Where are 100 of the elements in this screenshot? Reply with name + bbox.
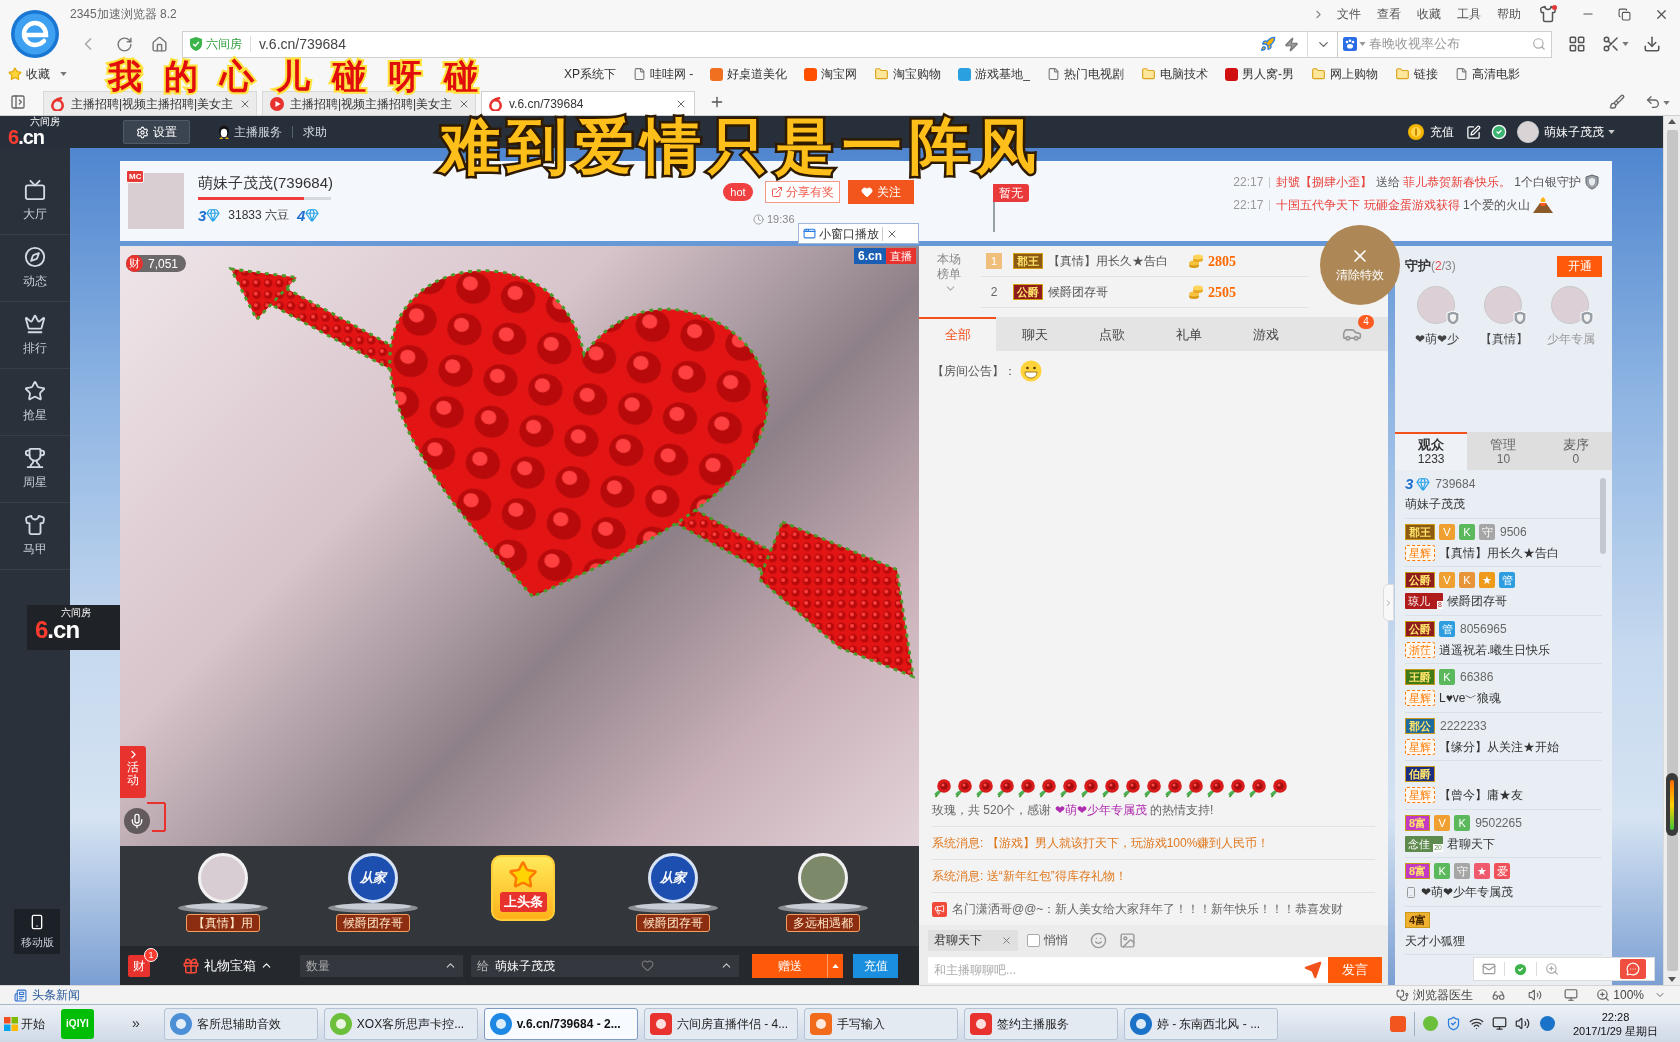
bookmark-link[interactable]: 淘宝网 <box>804 65 858 83</box>
zoom-icon[interactable] <box>1545 962 1559 976</box>
user-name[interactable]: 候爵团存哥 <box>1447 592 1507 611</box>
bookmark-link[interactable]: 游戏基地_ <box>958 65 1031 83</box>
caret-icon[interactable] <box>1622 42 1629 46</box>
user-name[interactable]: 【曾今】庸★友 <box>1439 786 1523 805</box>
volume-icon[interactable] <box>1515 1016 1530 1031</box>
audience-tab[interactable]: 观众 1233 <box>1395 432 1468 470</box>
scrollbar-thumb[interactable] <box>1666 130 1678 971</box>
verified-icon[interactable] <box>1491 124 1507 140</box>
bookmark-link[interactable]: 高清电影 <box>1455 65 1521 83</box>
bookmark-link[interactable]: 网上购物 <box>1311 65 1379 83</box>
recharge-link[interactable]: 充值 <box>1430 123 1454 141</box>
chat-tab[interactable]: 聊天 <box>996 317 1073 351</box>
scroll-up-icon[interactable] <box>1668 119 1676 124</box>
chat-input[interactable]: 和主播聊聊吧... <box>934 961 1304 979</box>
audience-tab[interactable]: 麦序 0 <box>1539 432 1612 470</box>
user-name[interactable]: 萌妹子茂茂 <box>1405 495 1465 512</box>
site-logo[interactable]: 6.cn <box>8 127 45 147</box>
chat-input-box[interactable]: 和主播聊聊吧... <box>928 957 1328 983</box>
share-button[interactable]: 分享有奖 <box>765 181 840 203</box>
menu-item[interactable]: 工具 <box>1449 5 1489 23</box>
user-name[interactable]: 【真情】用长久★告白 <box>1048 252 1188 270</box>
tray-icon[interactable] <box>1540 1016 1555 1031</box>
user-name[interactable]: 逍遥祝若.曦生日快乐 <box>1439 640 1551 659</box>
user-name[interactable]: 【真情】用长久★告白 <box>1439 543 1559 562</box>
taskbar-item[interactable]: XOX客所思声卡控... <box>323 1007 478 1040</box>
close-icon[interactable] <box>1001 934 1012 946</box>
lightning-icon[interactable] <box>1284 36 1299 52</box>
chat-bubble-icon[interactable] <box>1620 959 1646 979</box>
user-name[interactable]: 候爵团存哥 <box>1048 283 1188 301</box>
check-icon[interactable] <box>1513 961 1528 977</box>
news-link[interactable]: 头条新闻 <box>32 986 80 1004</box>
rocket-icon[interactable] <box>1260 36 1276 52</box>
new-tab-icon[interactable] <box>709 94 725 110</box>
recipient-chip[interactable]: 君聊天下 <box>928 929 1018 951</box>
network-icon[interactable] <box>1469 1016 1484 1031</box>
scissors-icon[interactable] <box>1602 35 1620 53</box>
browser-tab[interactable]: v.6.cn/739684 <box>481 91 695 115</box>
doctor-link[interactable]: 浏览器医生 <box>1413 986 1474 1004</box>
bookmark-link[interactable]: 收藏 <box>8 65 67 83</box>
bookmark-link[interactable]: 链接 <box>1395 65 1439 83</box>
activity-tab[interactable]: 活动 <box>120 746 146 798</box>
user-name[interactable]: L♥ve﹀狼魂 <box>1439 689 1502 708</box>
scrollbar-thumb[interactable] <box>1600 478 1606 554</box>
volume-icon[interactable] <box>1528 988 1543 1002</box>
send-icon[interactable] <box>1304 961 1322 979</box>
broom-icon[interactable] <box>1609 94 1625 110</box>
menu-item[interactable]: 帮助 <box>1489 5 1529 23</box>
user-name[interactable]: ❤萌❤少年专属茂 <box>1421 883 1513 902</box>
address-field[interactable]: 六间房 v.6.cn/739684 <box>182 30 1338 58</box>
menu-item[interactable]: 查看 <box>1369 5 1409 23</box>
emoji-icon[interactable] <box>1090 931 1107 949</box>
bookmark-link[interactable]: 淘宝购物 <box>874 65 942 83</box>
quantity-box[interactable]: 数量 <box>300 954 463 977</box>
taskbar-item[interactable]: 婷 - 东南西北风 - ... <box>1123 1007 1278 1040</box>
wealth-button[interactable]: 财 <box>128 954 150 977</box>
caret-icon[interactable] <box>60 72 67 76</box>
quantity-input[interactable]: 数量 <box>306 956 426 975</box>
edit-icon[interactable] <box>1466 124 1481 140</box>
image-icon[interactable] <box>1119 931 1136 949</box>
guard-name[interactable]: 【真情】 <box>1479 330 1528 348</box>
taskbar-item[interactable]: 六间房直播伴侣 - 4... <box>643 1007 798 1040</box>
guard-name[interactable]: ❤萌❤少 <box>1414 330 1459 348</box>
search-input[interactable]: 春晚收视率公布 <box>1369 34 1519 54</box>
taskbar-item[interactable]: v.6.cn/739684 - 2... <box>483 1007 638 1040</box>
zoom-icon[interactable] <box>1596 988 1611 1002</box>
mini-window-label[interactable]: 小窗口播放 <box>819 224 879 243</box>
headline-badge[interactable]: 上头条 <box>491 855 555 921</box>
bookmark-link[interactable]: 好桌道美化 <box>710 65 788 83</box>
mail-icon[interactable] <box>1482 962 1496 976</box>
apps-icon[interactable] <box>1568 35 1586 53</box>
gift-box-button[interactable]: 礼物宝箱 <box>182 955 273 976</box>
mobile-version-button[interactable]: 移动版 <box>14 908 60 954</box>
mic-icon[interactable] <box>124 808 150 834</box>
monitor-icon[interactable] <box>1492 1016 1507 1031</box>
browser-logo-icon[interactable] <box>11 10 59 58</box>
audience-tab[interactable]: 管理 10 <box>1467 432 1540 470</box>
caret-icon[interactable] <box>1608 130 1615 134</box>
avatar-placeholder[interactable] <box>1517 121 1539 143</box>
download-icon[interactable] <box>1643 35 1661 53</box>
menu-item[interactable]: 收藏 <box>1409 5 1449 23</box>
bookmark-link[interactable]: XP系统下 <box>564 65 616 83</box>
nav-link[interactable]: 主播服务 <box>218 123 282 141</box>
user-name[interactable]: 【缘分】从关注★开始 <box>1439 737 1559 756</box>
undo-icon[interactable] <box>1645 94 1661 110</box>
scroll-down-icon[interactable] <box>1668 977 1676 982</box>
taskbar-item[interactable]: 签约主播服务 <box>963 1007 1118 1040</box>
refresh-icon[interactable] <box>116 35 133 53</box>
bookmark-link[interactable]: 热门电视剧 <box>1047 65 1125 83</box>
user-menu[interactable]: 萌妹子茂茂 <box>1544 123 1615 141</box>
home-icon[interactable] <box>151 35 168 53</box>
settings-button[interactable]: 设置 <box>123 120 190 144</box>
search-box[interactable]: 春晚收视率公布 <box>1338 30 1552 58</box>
tray-icon[interactable] <box>1390 1015 1406 1032</box>
taskbar-item[interactable]: 手写输入 <box>803 1007 958 1040</box>
sidebar-toggle-icon[interactable] <box>10 94 26 110</box>
overflow-button[interactable]: » <box>132 1013 140 1034</box>
chat-tab[interactable]: 游戏 <box>1227 317 1304 351</box>
shield-icon[interactable] <box>1446 1016 1461 1031</box>
